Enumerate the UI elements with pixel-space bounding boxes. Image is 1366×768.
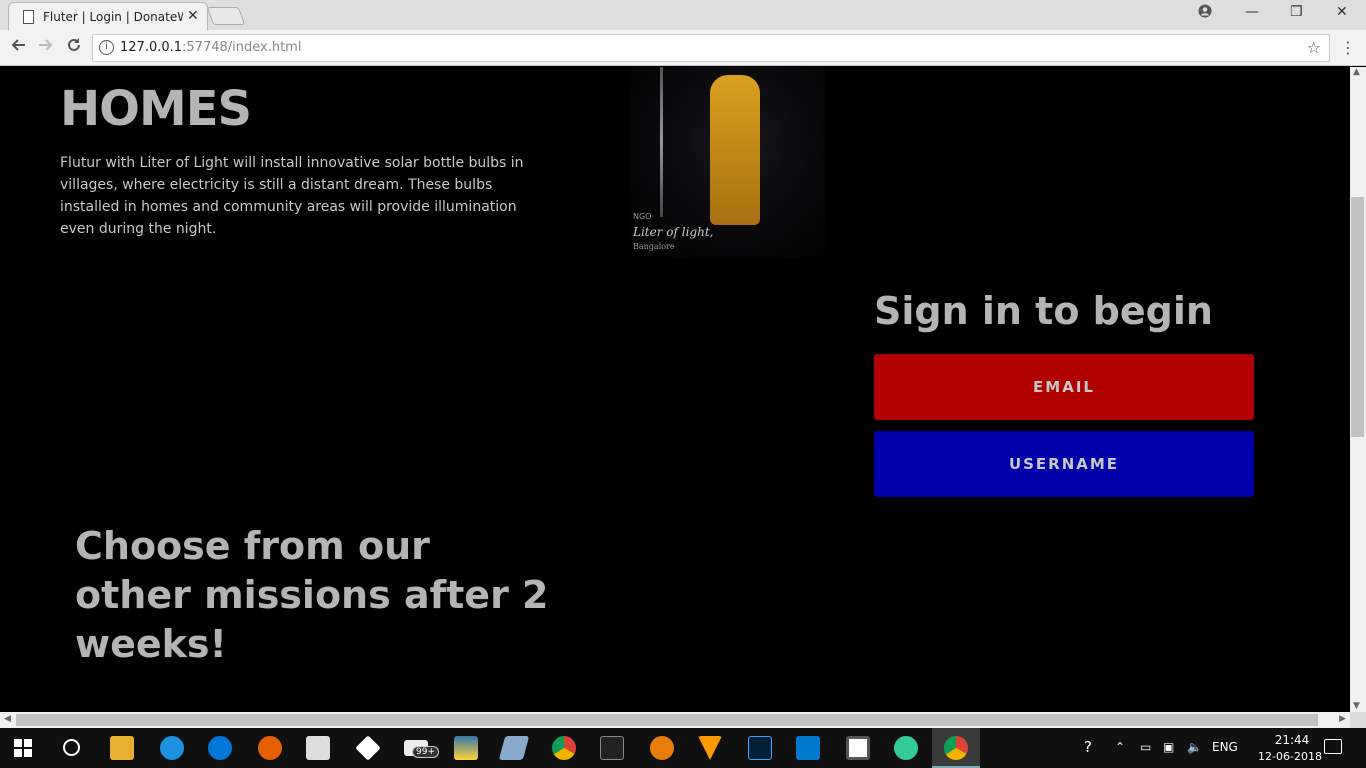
- vertical-scrollbar[interactable]: ▲ ▼: [1350, 67, 1366, 712]
- blender-icon[interactable]: [650, 736, 674, 760]
- windows-taskbar: 99+ ? ⌃ ▭ ▣ 🔈 ENG 21:44 12-06-2018: [0, 728, 1366, 768]
- clock-time[interactable]: 21:44: [1262, 733, 1322, 747]
- browser-menu-icon[interactable]: ⋮: [1340, 38, 1356, 57]
- chrome-icon[interactable]: [552, 736, 576, 760]
- page-content: HOMES Flutur with Liter of Light will in…: [0, 67, 1350, 712]
- scroll-up-arrow-icon[interactable]: ▲: [1353, 67, 1360, 77]
- notepad-icon[interactable]: [498, 736, 530, 760]
- light-pole-shape: [660, 67, 663, 217]
- browser-toolbar: i 127.0.0.1:57748/index.html ☆ ⋮: [0, 30, 1366, 66]
- clock-date[interactable]: 12-06-2018: [1258, 750, 1322, 763]
- close-window-button[interactable]: ✕: [1336, 4, 1348, 20]
- forward-arrow-icon[interactable]: [38, 37, 54, 58]
- volume-icon[interactable]: 🔈: [1187, 740, 1202, 754]
- tab-title: Fluter | Login | DonateWi: [43, 10, 183, 24]
- url-text: 127.0.0.1:57748/index.html: [120, 40, 302, 55]
- page-icon: [23, 10, 34, 24]
- network-icon[interactable]: ▣: [1163, 740, 1174, 754]
- tab-strip: Fluter | Login | DonateWi ✕ — ❐ ✕: [0, 0, 1366, 30]
- edge-icon[interactable]: [208, 736, 232, 760]
- python-icon[interactable]: [454, 736, 478, 760]
- bookmark-star-icon[interactable]: ☆: [1307, 38, 1321, 57]
- firefox-icon[interactable]: [258, 736, 282, 760]
- username-signin-button[interactable]: USERNAME: [874, 431, 1254, 497]
- vlc-icon[interactable]: [698, 736, 722, 760]
- action-center-icon[interactable]: [1324, 739, 1342, 754]
- horizontal-scroll-thumb[interactable]: [16, 714, 1318, 726]
- liter-of-light-image: NGO Liter of light, Bangalore: [630, 67, 825, 257]
- browser-tab-active[interactable]: Fluter | Login | DonateWi ✕: [8, 2, 208, 30]
- chrome-active-icon[interactable]: [932, 728, 980, 768]
- signin-heading: Sign in to begin: [874, 289, 1213, 333]
- missions-heading: Choose from our other missions after 2 w…: [75, 524, 549, 666]
- battery-icon[interactable]: ▭: [1140, 740, 1151, 754]
- start-icon[interactable]: [14, 739, 32, 757]
- terminal-icon[interactable]: [600, 736, 624, 760]
- cortana-icon[interactable]: [63, 739, 80, 756]
- image-city-label: Bangalore: [633, 242, 675, 251]
- file-explorer-icon[interactable]: [110, 736, 134, 760]
- image-brand-label: Liter of light,: [633, 225, 714, 239]
- horizontal-scrollbar[interactable]: ◀ ▶: [0, 712, 1350, 728]
- scroll-right-arrow-icon[interactable]: ▶: [1339, 714, 1346, 724]
- profile-icon[interactable]: [1198, 4, 1212, 22]
- new-tab-button[interactable]: [206, 7, 246, 25]
- woman-figure-shape: [710, 75, 760, 225]
- address-bar[interactable]: i 127.0.0.1:57748/index.html ☆: [92, 34, 1330, 62]
- scroll-left-arrow-icon[interactable]: ◀: [4, 714, 11, 724]
- atom-icon[interactable]: [894, 736, 918, 760]
- back-arrow-icon[interactable]: [10, 37, 26, 58]
- homes-description: Flutur with Liter of Light will install …: [60, 155, 524, 237]
- scroll-down-arrow-icon[interactable]: ▼: [1353, 701, 1360, 711]
- ie-icon[interactable]: [160, 736, 184, 760]
- store-icon[interactable]: [306, 736, 330, 760]
- site-info-icon[interactable]: i: [99, 40, 114, 55]
- dropbox-icon[interactable]: [355, 735, 381, 761]
- homes-heading: HOMES: [60, 81, 252, 137]
- vscode-icon[interactable]: [796, 736, 820, 760]
- vertical-scroll-thumb[interactable]: [1351, 197, 1364, 437]
- help-icon[interactable]: ?: [1084, 738, 1092, 756]
- image-ngo-label: NGO: [633, 212, 652, 221]
- tray-expand-icon[interactable]: ⌃: [1115, 740, 1125, 754]
- reload-icon[interactable]: [66, 37, 82, 58]
- app-icon[interactable]: [846, 736, 870, 760]
- language-indicator[interactable]: ENG: [1212, 740, 1238, 754]
- minimize-button[interactable]: —: [1245, 4, 1259, 20]
- restore-button[interactable]: ❐: [1290, 4, 1303, 20]
- email-signin-button[interactable]: EMAIL: [874, 354, 1254, 420]
- photoshop-icon[interactable]: [748, 736, 772, 760]
- mail-badge: 99+: [412, 746, 439, 758]
- tab-close-icon[interactable]: ✕: [187, 8, 199, 24]
- scrollbar-corner: [1350, 712, 1366, 728]
